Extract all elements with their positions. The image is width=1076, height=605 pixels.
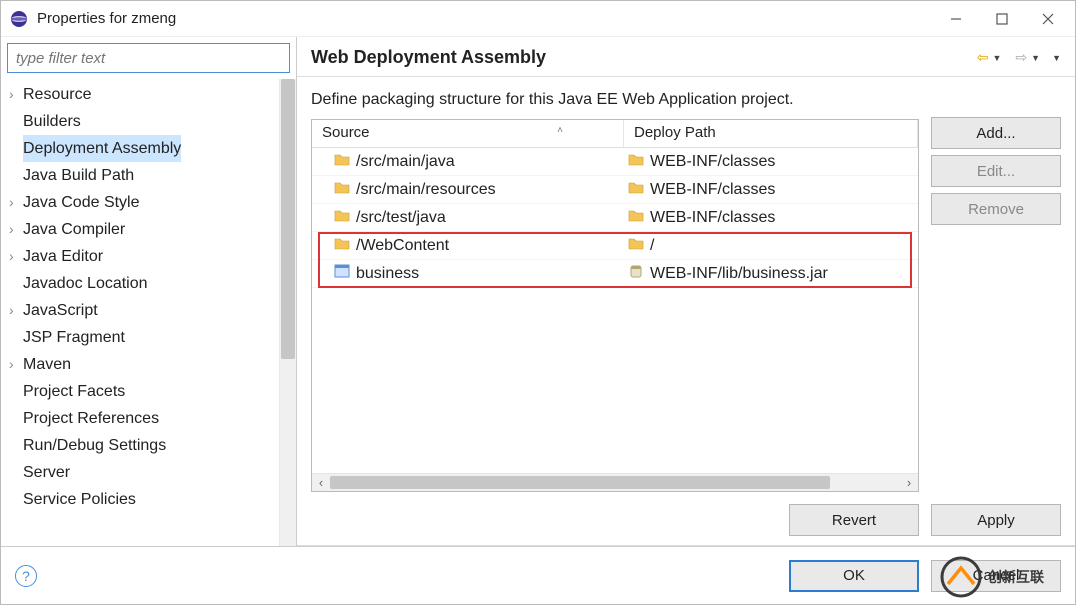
deploy-cell: / — [650, 237, 654, 255]
edit-button[interactable]: Edit... — [931, 155, 1061, 187]
filter-box — [7, 43, 290, 73]
tree-item[interactable]: Javadoc Location — [5, 270, 296, 297]
scroll-right-icon[interactable]: › — [900, 475, 918, 490]
dialog-body: ResourceBuildersDeployment AssemblyJava … — [1, 37, 1075, 546]
tree-item[interactable]: Project References — [5, 405, 296, 432]
tree-item[interactable]: Server — [5, 459, 296, 486]
apply-button[interactable]: Apply — [931, 504, 1061, 536]
tree-item[interactable]: Java Build Path — [5, 162, 296, 189]
nav-icons: ⇦ ▼ ⇨ ▼ ▼ — [977, 49, 1061, 66]
close-button[interactable] — [1025, 3, 1071, 35]
page-title: Web Deployment Assembly — [311, 47, 977, 68]
deploy-cell: WEB-INF/classes — [650, 209, 775, 227]
tree-scrollbar[interactable] — [279, 79, 296, 546]
back-menu-icon[interactable]: ▼ — [993, 53, 1002, 63]
folder-icon — [628, 180, 644, 199]
assembly-table[interactable]: Source ˄ Deploy Path /src/main/java WEB-I… — [311, 119, 919, 492]
col-deploy[interactable]: Deploy Path — [624, 120, 918, 147]
window-title: Properties for zmeng — [37, 10, 933, 27]
tree-item[interactable]: Maven — [5, 351, 296, 378]
table-row[interactable]: /src/main/java WEB-INF/classes — [312, 148, 918, 176]
scroll-left-icon[interactable]: ‹ — [312, 475, 330, 490]
tree-item[interactable]: Java Editor — [5, 243, 296, 270]
deploy-cell: WEB-INF/classes — [650, 153, 775, 171]
view-menu-icon[interactable]: ▼ — [1052, 53, 1061, 63]
minimize-button[interactable] — [933, 3, 979, 35]
table-header: Source ˄ Deploy Path — [312, 120, 918, 148]
table-row[interactable]: business WEB-INF/lib/business.jar — [312, 260, 918, 288]
folder-icon — [628, 236, 644, 255]
folder-icon — [628, 208, 644, 227]
source-cell: business — [356, 265, 419, 283]
col-source[interactable]: Source ˄ — [312, 120, 624, 147]
horizontal-scrollbar[interactable]: ‹ › — [312, 473, 918, 491]
category-pane: ResourceBuildersDeployment AssemblyJava … — [1, 37, 297, 546]
detail-content: Define packaging structure for this Java… — [297, 77, 1075, 492]
maximize-button[interactable] — [979, 3, 1025, 35]
folder-icon — [334, 152, 350, 171]
deploy-cell: WEB-INF/lib/business.jar — [650, 265, 828, 283]
apply-buttons: Revert Apply — [297, 492, 1075, 546]
add-button[interactable]: Add... — [931, 117, 1061, 149]
revert-button[interactable]: Revert — [789, 504, 919, 536]
forward-menu-icon[interactable]: ▼ — [1031, 53, 1040, 63]
tree-item[interactable]: Java Code Style — [5, 189, 296, 216]
remove-button[interactable]: Remove — [931, 193, 1061, 225]
dialog-footer: ? OK Cancel — [1, 546, 1075, 604]
source-cell: /src/main/java — [356, 153, 455, 171]
help-icon[interactable]: ? — [15, 565, 37, 587]
folder-icon — [334, 236, 350, 255]
ok-button[interactable]: OK — [789, 560, 919, 592]
category-tree[interactable]: ResourceBuildersDeployment AssemblyJava … — [1, 79, 296, 546]
source-cell: /WebContent — [356, 237, 449, 255]
tree-item[interactable]: Java Compiler — [5, 216, 296, 243]
source-cell: /src/main/resources — [356, 181, 496, 199]
project-icon — [334, 264, 350, 283]
table-row[interactable]: /src/main/resources WEB-INF/classes — [312, 176, 918, 204]
back-icon[interactable]: ⇦ — [977, 49, 989, 66]
tree-item[interactable]: Service Policies — [5, 486, 296, 513]
sort-caret-icon: ˄ — [557, 125, 563, 136]
folder-icon — [628, 152, 644, 171]
eclipse-icon — [9, 9, 29, 29]
tree-item[interactable]: Project Facets — [5, 378, 296, 405]
tree-item[interactable]: JavaScript — [5, 297, 296, 324]
cancel-button[interactable]: Cancel — [931, 560, 1061, 592]
table-row[interactable]: /src/test/java WEB-INF/classes — [312, 204, 918, 232]
tree-item[interactable]: Run/Debug Settings — [5, 432, 296, 459]
side-buttons: Add... Edit... Remove — [931, 91, 1061, 492]
properties-window: Properties for zmeng ResourceBuildersDep… — [0, 0, 1076, 605]
tree-item[interactable]: Deployment Assembly — [5, 135, 296, 162]
tree-item[interactable]: Resource — [5, 81, 296, 108]
tree-item[interactable]: JSP Fragment — [5, 324, 296, 351]
jar-icon — [628, 264, 644, 283]
source-cell: /src/test/java — [356, 209, 446, 227]
folder-icon — [334, 208, 350, 227]
table-row[interactable]: /WebContent / — [312, 232, 918, 260]
folder-icon — [334, 180, 350, 199]
deploy-cell: WEB-INF/classes — [650, 181, 775, 199]
forward-icon[interactable]: ⇨ — [1015, 49, 1027, 66]
titlebar: Properties for zmeng — [1, 1, 1075, 37]
table-body: /src/main/java WEB-INF/classes/src/main/r… — [312, 148, 918, 473]
page-description: Define packaging structure for this Java… — [311, 91, 919, 109]
table-area: Define packaging structure for this Java… — [311, 91, 919, 492]
detail-pane: Web Deployment Assembly ⇦ ▼ ⇨ ▼ ▼ Define p… — [297, 37, 1075, 546]
detail-header: Web Deployment Assembly ⇦ ▼ ⇨ ▼ ▼ — [297, 37, 1075, 77]
filter-input[interactable] — [7, 43, 290, 73]
tree-item[interactable]: Builders — [5, 108, 296, 135]
